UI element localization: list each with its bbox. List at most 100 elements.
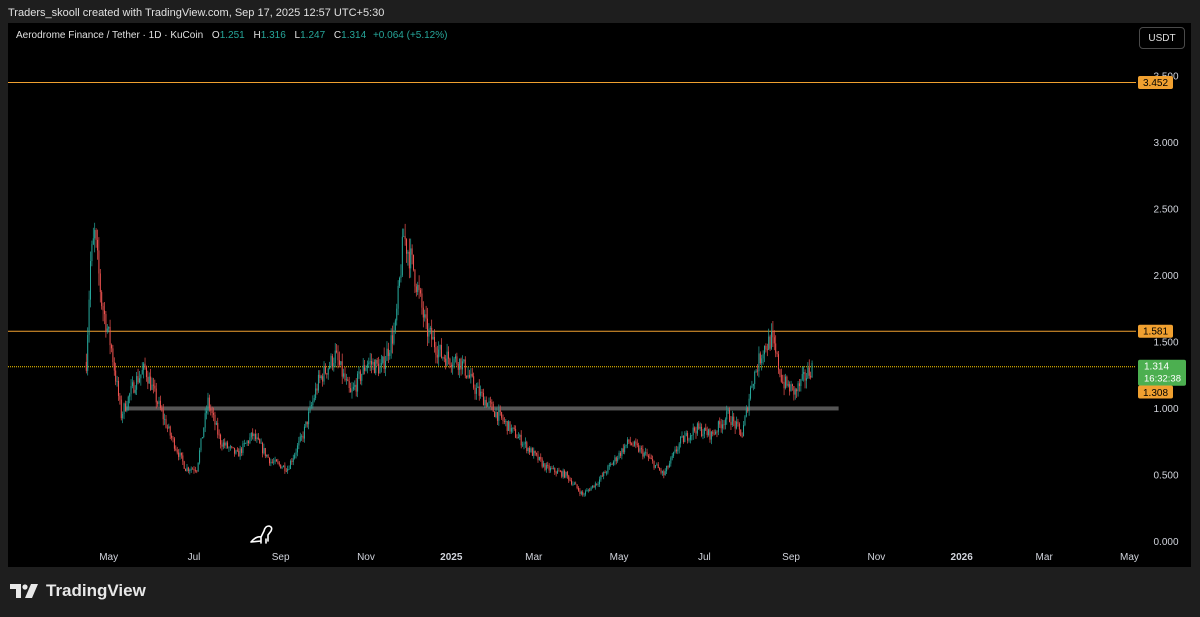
candle-body [523, 443, 525, 445]
candle-body [365, 367, 367, 371]
price-chart[interactable]: 0.0000.5001.0001.5002.0002.5003.0003.500… [8, 23, 1191, 567]
price-tick-label: 2.000 [1153, 271, 1178, 282]
candle-body [249, 437, 251, 443]
candle-body [589, 489, 591, 491]
candle-body [526, 442, 528, 452]
candle-body [684, 436, 686, 443]
time-tick-label: Sep [272, 552, 290, 563]
candle-body [199, 450, 201, 463]
candle-body [726, 411, 728, 420]
time-tick-label: Nov [357, 552, 375, 563]
candle-body [243, 443, 245, 445]
candle-body [747, 408, 749, 412]
candle-body [572, 483, 574, 485]
candle-body [288, 468, 290, 470]
candle-body [273, 461, 275, 463]
candle-body [724, 419, 726, 425]
candle-body [715, 431, 717, 434]
candle-body [85, 361, 87, 371]
candle-body [502, 417, 504, 422]
candle-body [413, 254, 415, 270]
candle-body [600, 475, 602, 480]
candle-body [777, 354, 779, 370]
candle-body [415, 286, 417, 293]
candle-body [652, 459, 654, 462]
candle-body [101, 292, 103, 307]
candle-body [573, 483, 575, 485]
candle-body [757, 370, 759, 372]
candle-body [203, 427, 205, 437]
candle-body [257, 437, 259, 440]
chart-panel[interactable]: Aerodrome Finance / Tether · 1D · KuCoin… [8, 23, 1191, 567]
candle-body [527, 447, 529, 452]
candle-body [127, 396, 129, 408]
candle-body [151, 384, 153, 390]
candle-body [373, 361, 375, 374]
candle-body [452, 364, 454, 367]
candle-body [222, 442, 224, 447]
candle-body [618, 452, 620, 459]
candle-body [522, 444, 524, 446]
candle-body [738, 423, 740, 430]
candle-body [420, 290, 422, 294]
candle-body [585, 491, 587, 495]
candle-body [221, 444, 223, 447]
candle-body [656, 464, 658, 466]
candle-body [564, 470, 566, 478]
candle-body [123, 403, 125, 414]
candle-body [138, 378, 140, 383]
candle-body [734, 421, 736, 429]
candle-body [376, 359, 378, 364]
candle-body [197, 462, 199, 472]
candle-body [576, 484, 578, 489]
candle-body [164, 418, 166, 420]
candle-body [678, 443, 680, 450]
candle-body [772, 331, 774, 338]
candle-body [487, 403, 489, 407]
candle-body [215, 423, 217, 425]
candle-body [593, 485, 595, 488]
candle-body [147, 377, 149, 384]
candle-body [754, 371, 756, 384]
candle-body [599, 479, 600, 485]
candle-body [635, 441, 637, 444]
candle-body [773, 337, 775, 344]
candle-body [621, 448, 623, 456]
candle-body [278, 462, 280, 465]
time-tick-label: Jul [188, 552, 201, 563]
candle-body [545, 465, 547, 470]
level-price-tag-text: 3.452 [1143, 78, 1168, 89]
candle-body [429, 327, 431, 330]
candle-body [659, 468, 661, 470]
candle-body [411, 248, 413, 255]
candle-body [274, 459, 276, 462]
candle-body [524, 442, 526, 444]
candle-body [748, 398, 750, 412]
candle-body [554, 467, 556, 472]
candle-body [438, 349, 440, 358]
candle-body [720, 424, 722, 429]
candle-body [310, 405, 312, 407]
candle-body [782, 381, 784, 383]
candle-body [168, 426, 170, 428]
candle-body [161, 408, 163, 411]
candle-body [540, 456, 542, 460]
candle-body [629, 441, 631, 444]
candle-body [674, 449, 676, 453]
candle-body [529, 447, 531, 453]
candle-body [702, 434, 704, 436]
candle-body [299, 436, 301, 441]
candle-body [344, 373, 346, 381]
candle-body [660, 469, 662, 473]
candle-body [508, 421, 510, 431]
candle-body [464, 359, 466, 376]
candle-body [427, 318, 429, 337]
candle-body [432, 336, 434, 340]
candle-body [112, 348, 114, 363]
candle-body [666, 466, 668, 472]
candle-body [443, 357, 445, 359]
candle-body [808, 367, 810, 376]
candle-body [565, 471, 567, 478]
candle-body [794, 389, 796, 395]
time-tick-label: Mar [1036, 552, 1054, 563]
